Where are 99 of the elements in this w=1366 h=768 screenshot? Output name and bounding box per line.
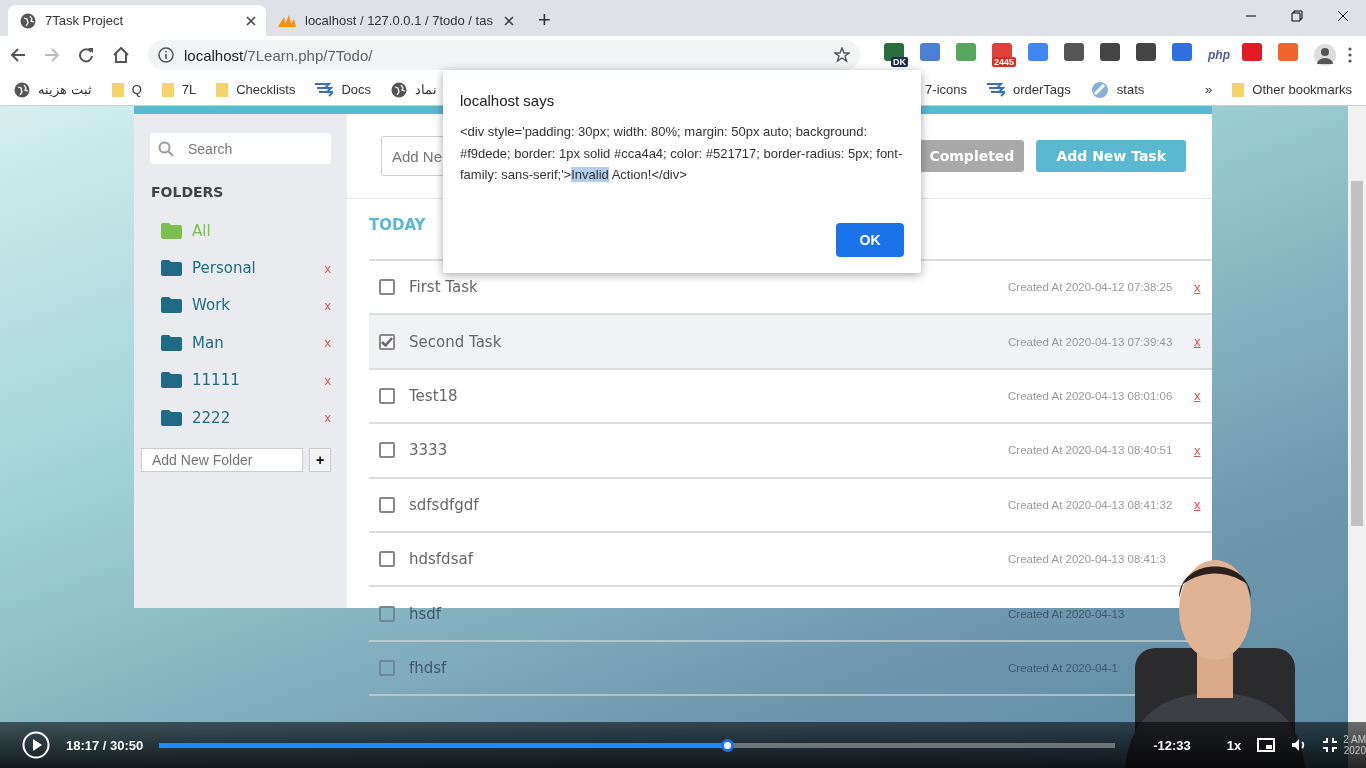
task-title: hdsfdsaf (409, 550, 475, 569)
globe-icon (391, 81, 408, 98)
folder-name-field[interactable]: Add New Folder (141, 448, 303, 473)
menu-icon[interactable] (1348, 47, 1352, 63)
delete-link[interactable]: x (324, 335, 331, 351)
delete-link[interactable]: x (324, 410, 331, 426)
fullscreen-icon[interactable] (1323, 738, 1338, 752)
folder-item[interactable]: Work x (141, 286, 331, 325)
delete-link[interactable]: x (1194, 442, 1206, 458)
folder-icon (1232, 82, 1245, 97)
speed-button[interactable]: 1x (1226, 737, 1242, 753)
stats-icon (1090, 80, 1109, 99)
search-field[interactable]: Search (150, 133, 331, 164)
browser-tab[interactable]: localhost / 127.0.0.1 / 7todo / tas (266, 5, 524, 36)
stripes-icon (315, 82, 334, 97)
dialog-title: localhost says (460, 92, 556, 109)
info-icon (158, 47, 174, 63)
checkbox[interactable] (379, 659, 395, 676)
folder-icon (161, 82, 174, 97)
ok-button[interactable]: OK (836, 223, 904, 257)
bookmark[interactable]: نماد (391, 81, 438, 98)
task-title: sdfsdfgdf (409, 495, 480, 514)
home-icon[interactable] (112, 47, 130, 63)
delete-link[interactable]: x (324, 372, 331, 388)
folder-icon (161, 222, 182, 239)
created-date: Created At 2020-04-13 08:41:32 (1008, 498, 1174, 511)
folders-heading: FOLDERS (151, 184, 225, 200)
close-icon[interactable] (504, 15, 514, 26)
play-icon[interactable] (22, 731, 50, 759)
created-date: Created At 2020-04-13 08:01:06 (1008, 389, 1174, 402)
delete-link[interactable]: x (324, 260, 331, 276)
folder-item[interactable]: 11111 x (141, 361, 331, 399)
created-date: Created At 2020-04-13 (1008, 607, 1126, 620)
created-date: Created At 2020-04-13 07:39:43 (1008, 335, 1174, 348)
delete-link[interactable]: x (324, 297, 331, 313)
more-bookmarks-button[interactable]: » (1205, 82, 1213, 97)
bookmark[interactable]: Docs (315, 82, 372, 97)
folder-icon (161, 297, 182, 314)
section-heading: TODAY (369, 216, 426, 234)
checkbox[interactable] (379, 605, 395, 622)
checkbox[interactable] (379, 387, 395, 404)
task-title: fhdsf (409, 658, 448, 677)
picture-in-picture-icon[interactable] (1257, 738, 1276, 752)
task-title: hsdf (409, 604, 443, 623)
stripes-icon (987, 82, 1005, 97)
delete-link[interactable]: x (1194, 334, 1206, 350)
globe-icon (14, 81, 30, 98)
checkbox[interactable] (379, 496, 395, 513)
other-bookmarks[interactable]: Other bookmarks (1232, 82, 1352, 97)
checkbox[interactable] (379, 442, 395, 459)
folder-icon (111, 82, 124, 97)
new-tab-button[interactable]: + (532, 7, 557, 33)
php-extension[interactable]: php (1208, 48, 1230, 62)
checkbox[interactable] (379, 279, 395, 296)
clock-text: 2020 (1343, 745, 1366, 756)
checkbox[interactable] (379, 333, 395, 350)
folder-icon (216, 82, 229, 97)
avatar-icon[interactable] (1314, 44, 1336, 66)
address-bar[interactable]: localhost/7Learn.php/7Todo/ (148, 40, 860, 70)
bookmark[interactable]: stats (1090, 80, 1145, 99)
task-title: Second Task (409, 332, 503, 351)
created-date: Created At 2020-04-13 08:40:51 (1008, 444, 1174, 457)
delete-link[interactable]: x (1194, 497, 1206, 513)
task-title: 3333 (409, 441, 449, 460)
bookmark[interactable]: Q (111, 82, 142, 97)
globe-icon (20, 12, 36, 29)
folder-icon (161, 334, 182, 351)
reload-icon[interactable] (78, 47, 94, 63)
search-icon (158, 140, 174, 157)
add-folder-button[interactable]: + (309, 448, 332, 473)
delete-link[interactable]: x (1194, 279, 1206, 295)
bookmark[interactable]: 7L (161, 82, 197, 97)
sail-icon (278, 14, 296, 27)
folder-item[interactable]: Man x (141, 324, 331, 362)
folder-icon (161, 409, 182, 426)
created-date: Created At 2020-04-12 07:38:25 (1008, 281, 1174, 294)
folder-item[interactable]: 2222 x (141, 398, 331, 437)
bookmark[interactable]: Checklists (216, 82, 296, 97)
close-icon[interactable] (246, 15, 256, 26)
created-date: Created At 2020-04-13 08:41:3 (1008, 553, 1167, 566)
progress-handle[interactable] (721, 738, 735, 752)
bookmark[interactable]: ثبت هزینه (14, 81, 92, 98)
bookmark[interactable]: orderTags (987, 82, 1071, 97)
clock-text: 2 AM (1343, 734, 1366, 745)
folder-icon (161, 372, 182, 389)
checkbox[interactable] (379, 551, 395, 568)
dialog-message: <div style='padding: 30px; width: 80%; margin: 50px auto; background: #f9dede; border: 1px solid #cca4a4; color: #521717; border-radius: 5px; font-family: sans-serif;'>Invalid Action!</div> (460, 123, 904, 184)
bookmark[interactable]: 7-icons (925, 82, 967, 97)
task-title: First Task (409, 278, 479, 297)
star-icon[interactable] (834, 47, 850, 63)
created-date: Created At 2020-04-1 (1008, 661, 1119, 674)
playback-time: 18:17 / 30:50 (66, 737, 144, 753)
browser-tab[interactable]: 7Task Project (8, 5, 266, 36)
delete-link[interactable]: x (1194, 388, 1206, 404)
back-icon[interactable] (10, 47, 26, 63)
task-title: Test18 (409, 386, 459, 405)
remaining-time: -12:33 (1153, 737, 1191, 753)
folder-item[interactable]: Personal x (141, 249, 331, 287)
folder-icon (161, 260, 182, 277)
